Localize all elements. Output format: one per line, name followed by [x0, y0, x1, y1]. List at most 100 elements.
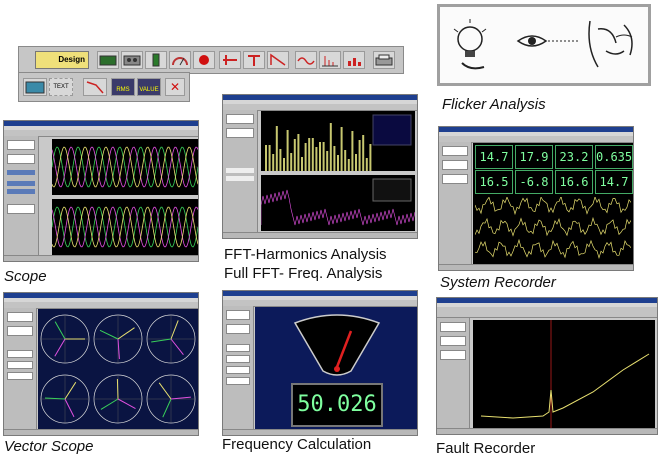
scope-trace-bottom — [52, 199, 198, 255]
status-bar — [439, 264, 633, 270]
harmonic-bar — [283, 158, 285, 171]
fault-trace — [473, 320, 655, 428]
wave-button[interactable] — [295, 51, 317, 69]
caption-fft-line1: FFT-Harmonics Analysis — [224, 246, 387, 263]
frequency-screenshot: 50.026 — [222, 290, 418, 436]
system-recorder-display: 14.7 17.9 23.2 0.635 16.5 -6.8 16.6 14.7 — [473, 143, 633, 267]
recorder-trace — [475, 197, 631, 216]
status-bar — [4, 255, 198, 261]
design-button[interactable]: Design — [35, 51, 89, 69]
tape-icon — [123, 55, 141, 66]
harmonic-bar — [290, 153, 293, 171]
reading-2-4: 14.7 — [595, 170, 633, 194]
stop-icon — [199, 55, 209, 65]
harmonic-bar — [362, 135, 365, 171]
fft-harmonics-bars — [261, 111, 415, 171]
stop-button[interactable] — [193, 51, 215, 69]
gauge-button[interactable] — [169, 51, 191, 69]
reading-2-3: 16.6 — [555, 170, 593, 194]
close-button[interactable]: ✕ — [165, 78, 185, 96]
cursor-icon — [223, 55, 237, 65]
curve-icon — [270, 53, 286, 66]
bottle-button[interactable] — [145, 51, 167, 69]
value-button[interactable]: VALUE — [137, 78, 161, 96]
caption-flicker: Flicker Analysis — [442, 96, 546, 113]
frequency-value: 50.026 — [297, 392, 377, 417]
harmonic-bar — [275, 126, 278, 171]
eye-icon — [516, 35, 580, 47]
vector-scope-display — [38, 309, 198, 431]
status-bar — [4, 429, 198, 435]
icon-bar — [437, 307, 657, 318]
frequency-gauge — [293, 314, 381, 376]
system-recorder-screenshot: 14.7 17.9 23.2 0.635 16.5 -6.8 16.6 14.7 — [438, 126, 634, 271]
status-bar — [437, 428, 657, 434]
status-bar — [223, 429, 417, 435]
harmonic-bar — [340, 127, 343, 171]
phasor-vector — [170, 338, 184, 356]
light-bulb-icon — [453, 19, 487, 70]
side-panel — [4, 136, 39, 256]
display-button[interactable] — [97, 51, 119, 69]
harmonic-bar — [319, 142, 321, 171]
printer-icon — [375, 54, 393, 66]
harmonic-bar — [326, 151, 329, 171]
side-panel — [4, 308, 37, 430]
flicker-panel — [437, 4, 651, 86]
text-button[interactable]: TEXT — [49, 78, 73, 96]
harmonic-bar — [369, 144, 372, 171]
reading-1-2: 17.9 — [515, 145, 553, 169]
rms-button[interactable]: RMS — [111, 78, 135, 96]
harmonic-bar — [329, 123, 332, 171]
scope-trace-top — [52, 139, 198, 195]
phasor-vector — [117, 338, 120, 360]
cursor-h-button[interactable] — [219, 51, 241, 69]
caption-frequency: Frequency Calculation — [222, 436, 372, 453]
line-button[interactable] — [83, 78, 107, 96]
cursor-t-button[interactable] — [243, 51, 265, 69]
histogram-icon — [348, 58, 361, 66]
harmonic-bar — [337, 155, 339, 171]
caption-system: System Recorder — [440, 274, 556, 291]
scope-screenshot — [3, 120, 199, 262]
spectrum-button[interactable] — [319, 51, 341, 69]
printer-button[interactable] — [373, 51, 395, 69]
histogram-button[interactable] — [343, 51, 365, 69]
frequency-readout: 50.026 — [291, 383, 383, 427]
harmonic-bar — [351, 131, 354, 171]
wave-icon — [297, 57, 315, 65]
phasor-vector — [99, 329, 119, 340]
meter-icon — [152, 53, 160, 67]
curve-button[interactable] — [267, 51, 289, 69]
side-panel — [223, 110, 258, 233]
harmonic-bar — [311, 138, 314, 171]
side-panel — [223, 306, 254, 430]
harmonic-bar — [358, 140, 361, 171]
reading-2-1: 16.5 — [475, 170, 513, 194]
gauge-icon — [172, 57, 188, 66]
harmonic-bar — [304, 143, 307, 171]
system-recorder-traces — [475, 197, 631, 260]
phasor-vector — [64, 398, 75, 418]
caption-fft-line2: Full FFT- Freq. Analysis — [224, 265, 383, 282]
harmonic-bar — [286, 130, 289, 171]
harmonic-bar — [347, 159, 350, 171]
reading-1-3: 23.2 — [555, 145, 593, 169]
t-cursor-icon — [248, 55, 260, 66]
caption-vector: Vector Scope — [4, 438, 94, 455]
design-button-label: Design — [58, 55, 85, 64]
phasor-vector — [117, 327, 135, 340]
text-button-label: TEXT — [53, 84, 69, 90]
recorder-button[interactable] — [121, 51, 143, 69]
harmonic-bar — [265, 145, 267, 171]
harmonic-bar — [355, 154, 357, 171]
fft-spectrum — [261, 175, 415, 231]
value-button-label: VALUE — [139, 87, 159, 93]
monitor-icon — [99, 55, 117, 66]
harmonic-bar — [297, 134, 300, 171]
spectrum-legend — [372, 178, 412, 202]
image-button[interactable] — [23, 78, 47, 96]
caption-fault: Fault Recorder — [436, 440, 536, 457]
side-panel — [439, 142, 472, 265]
reading-1-1: 14.7 — [475, 145, 513, 169]
